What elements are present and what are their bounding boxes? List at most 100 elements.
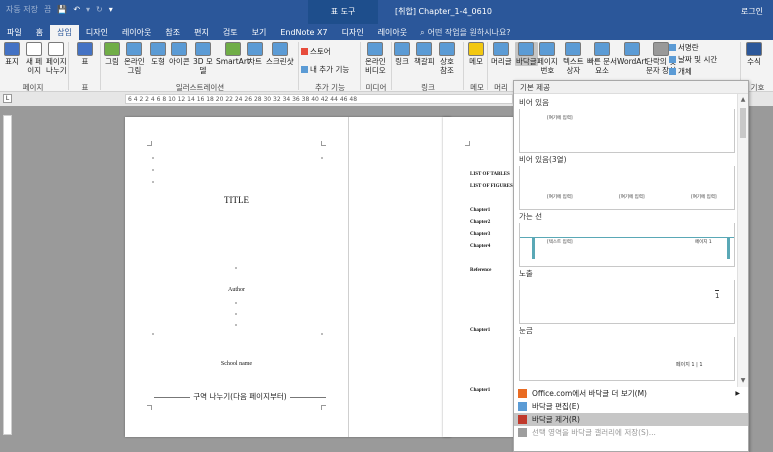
3d-model-button[interactable]: 3D 모델 — [193, 42, 213, 75]
accent-bar — [727, 237, 730, 259]
equation-button[interactable]: 수식 — [746, 42, 762, 66]
autosave-label[interactable]: 자동 저장 — [6, 4, 38, 15]
wordart-button[interactable]: WordArt — [617, 42, 647, 66]
text-box-button[interactable]: 텍스트 상자 — [563, 42, 584, 75]
blank-page-button[interactable]: 새 페 이지 — [26, 42, 42, 75]
ribbon-button-label: 책갈피 — [414, 57, 435, 66]
footer-style-thumbnail[interactable]: 1 — [519, 280, 735, 324]
redo-icon[interactable]: ↻ — [96, 5, 103, 14]
toc-line[interactable]: Chapter1 — [470, 208, 490, 213]
tab-item[interactable]: 레이아웃 — [115, 25, 158, 40]
tab-selector[interactable]: L — [3, 94, 12, 103]
store-button[interactable]: 스토어 — [301, 46, 331, 57]
signature-icon — [669, 44, 676, 51]
footer-style-thumbnail[interactable]: [여기에 입력] [여기에 입력] [여기에 입력] — [519, 166, 735, 210]
cross-reference-button[interactable]: 상호 참조 — [439, 42, 455, 75]
shapes-button[interactable]: 도형 — [150, 42, 166, 66]
header-button[interactable]: 머리글 — [491, 42, 512, 66]
ribbon-button-label: 머리글 — [491, 57, 512, 66]
gallery-scrollbar[interactable]: ▲ ▼ — [737, 94, 748, 387]
picture-button[interactable]: 그림 — [104, 42, 120, 66]
margin-corner — [147, 141, 152, 146]
author-text[interactable]: Author — [125, 287, 348, 293]
icons-button[interactable]: 아이콘 — [169, 42, 190, 66]
paragraph-mark — [152, 181, 154, 183]
toc-line[interactable]: LIST OF FIGURES — [470, 184, 513, 189]
ribbon-button-label: 메모 — [469, 57, 483, 66]
undo-dropdown-icon[interactable]: ▾ — [86, 5, 90, 14]
quick-parts-button[interactable]: 빠른 문서 요소 — [587, 42, 617, 75]
toc-line[interactable]: Chapter3 — [470, 232, 490, 237]
quick-parts-icon — [593, 42, 610, 56]
footer-placeholder: [여기에 입력] — [619, 195, 645, 200]
undo-icon[interactable]: ↶ — [73, 5, 80, 14]
tab-item[interactable]: 파일 — [0, 25, 29, 40]
scroll-down-icon[interactable]: ▼ — [738, 376, 748, 386]
tab-item[interactable]: 보기 — [245, 25, 274, 40]
cover-page-button[interactable]: 표지 — [4, 42, 20, 66]
toc-line[interactable]: LIST OF TABLES — [470, 172, 510, 177]
tab-item[interactable]: 검토 — [216, 25, 245, 40]
toc-line[interactable]: Reference — [470, 268, 491, 273]
office-menu-item[interactable]: Office.com에서 바닥글 더 보기(M) ▶ — [514, 387, 748, 400]
my-addins-button[interactable]: 내 추가 기능 — [301, 64, 349, 75]
tab-item[interactable]: 레이아웃 — [371, 25, 414, 40]
scroll-up-icon[interactable]: ▲ — [738, 95, 748, 105]
ribbon-separator — [360, 42, 361, 90]
paragraph-mark — [235, 267, 237, 269]
tab-item[interactable]: 디자인 — [335, 25, 371, 40]
edit-footer-menu-item[interactable]: 바닥글 편집(E) — [514, 400, 748, 413]
ribbon-button-label: 링크 — [395, 57, 409, 66]
tell-me-text: 어떤 작업을 원하시나요? — [427, 28, 511, 37]
toc-line[interactable]: Chapter4 — [470, 244, 490, 249]
online-picture-button[interactable]: 온라인 그림 — [124, 42, 145, 75]
section-break[interactable]: 구역 나누기(다음 페이지부터) — [154, 392, 326, 402]
screenshot-button[interactable]: 스크린샷 — [266, 42, 294, 66]
autosave-state[interactable]: 끔 — [44, 4, 51, 15]
page-1[interactable]: TITLE Author School name 구역 나누기(다음 페이지부터… — [125, 117, 451, 437]
signature-line-button[interactable]: 서명란 — [669, 42, 699, 53]
page-number-button[interactable]: 페이지 번호 — [537, 42, 558, 75]
horizontal-ruler[interactable]: 6 4 2 2 4 6 8 10 12 14 16 18 20 22 24 26… — [125, 94, 513, 104]
tab-item[interactable]: 편지 — [187, 25, 216, 40]
object-button[interactable]: 개체 — [669, 66, 692, 77]
smartart-icon — [224, 42, 241, 56]
object-icon — [669, 68, 676, 75]
tell-me-box[interactable]: ⌕ 어떤 작업을 원하시나요? — [420, 25, 510, 40]
chart-button[interactable]: 차트 — [247, 42, 263, 66]
page-break-button[interactable]: 페이지 나누기 — [46, 42, 67, 75]
ribbon-button-sublabel: 상자 — [566, 66, 581, 75]
tab-item[interactable]: 디자인 — [79, 25, 115, 40]
tab-item[interactable]: 삽입 — [50, 25, 79, 40]
comment-button[interactable]: 메모 — [468, 42, 484, 66]
login-link[interactable]: 로그인 — [741, 0, 763, 24]
school-name-text[interactable]: School name — [125, 361, 348, 367]
remove-footer-menu-item[interactable]: 바닥글 제거(R) — [514, 413, 748, 426]
save-icon[interactable]: 💾 — [57, 5, 67, 14]
bookmark-button[interactable]: 책갈피 — [414, 42, 435, 66]
footer-style-thumbnail[interactable]: 페이지 1 | 1 — [519, 337, 735, 381]
column-guide — [348, 117, 349, 437]
smartart-button[interactable]: SmartArt — [216, 42, 250, 66]
footer-gallery-dropdown[interactable]: 기본 제공 비어 있음 [여기에 입력] 비어 있음(3열) [여기에 입력] [여기에… — [513, 80, 749, 452]
table-button[interactable]: 표 — [77, 42, 93, 66]
toc-line[interactable]: Chapter1 — [470, 388, 490, 393]
tab-item[interactable]: EndNote X7 — [273, 25, 334, 40]
document-title: [취합] Chapter_1-4_0610 — [395, 7, 492, 16]
customize-qat-icon[interactable]: ▾ — [109, 5, 113, 14]
tab-item[interactable]: 홈 — [29, 25, 50, 40]
online-video-button[interactable]: 온라인 비디오 — [365, 42, 386, 75]
link-button[interactable]: 링크 — [394, 42, 410, 66]
doc-title-text[interactable]: TITLE — [125, 195, 348, 205]
ribbon-button-label: 페이지 — [46, 57, 67, 66]
footer-style-thumbnail[interactable]: [여기에 입력] — [519, 109, 735, 153]
tab-item[interactable]: 참조 — [158, 25, 187, 40]
scroll-thumb[interactable] — [740, 108, 746, 138]
footer-style-thumbnail[interactable]: [텍스트 입력] 페이지 1 — [519, 223, 735, 267]
toc-line[interactable]: Chapter2 — [470, 220, 490, 225]
toc-line[interactable]: Chapter1 — [470, 328, 490, 333]
footer-button[interactable]: 바닥글 — [515, 42, 538, 66]
vertical-ruler[interactable] — [3, 115, 12, 435]
date-time-button[interactable]: 날짜 및 시간 — [669, 54, 717, 65]
gallery-list[interactable]: 비어 있음 [여기에 입력] 비어 있음(3열) [여기에 입력] [여기에 입력] [여… — [514, 94, 738, 387]
